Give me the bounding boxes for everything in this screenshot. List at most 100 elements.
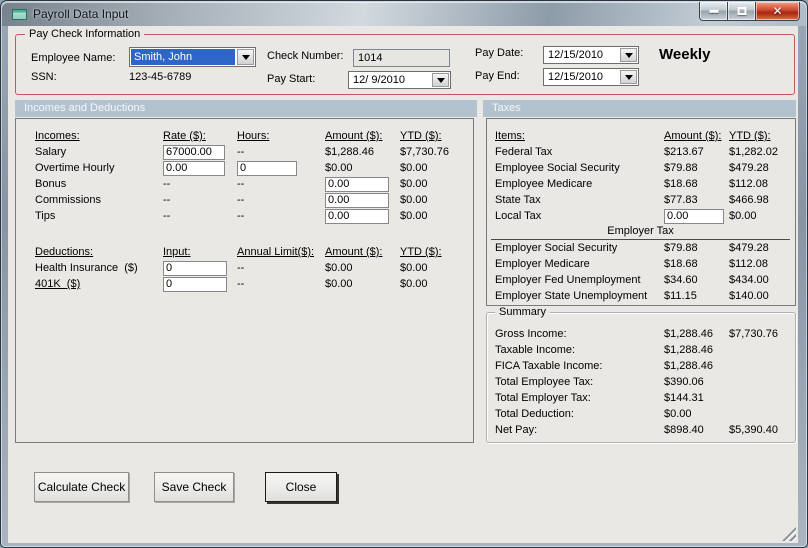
overtime-rate-input[interactable] xyxy=(163,160,225,176)
row-amount: $0.00 xyxy=(325,278,353,290)
health-insurance-input[interactable] xyxy=(163,260,227,276)
summary-groupbox: Summary Gross Income: $1,288.46 $7,730.7… xyxy=(486,306,796,443)
tax-row-employer-medicare: Employer Medicare $18.68 $112.08 xyxy=(495,256,792,272)
input-col-header: Input: xyxy=(163,246,191,258)
row-ytd: $434.00 xyxy=(729,274,769,286)
row-ytd: $0.00 xyxy=(729,210,757,222)
paycheck-info-title: Pay Check Information xyxy=(25,28,145,40)
pay-end-value: 12/15/2010 xyxy=(548,71,604,83)
row-rate: -- xyxy=(163,210,171,222)
summary-row-total-deduction: Total Deduction: $0.00 xyxy=(495,406,792,422)
row-amount: $0.00 xyxy=(664,408,692,420)
chevron-down-icon xyxy=(624,74,633,80)
row-amount: $1,288.46 xyxy=(664,344,713,356)
form-client-area: Pay Check Information Employee Name: Smi… xyxy=(8,26,798,543)
calculate-check-button[interactable]: Calculate Check xyxy=(34,472,129,502)
row-amount: $1,288.46 xyxy=(664,328,713,340)
summary-row-total-employee-tax: Total Employee Tax: $390.06 xyxy=(495,374,792,390)
tax-row-employer-fed-unemployment: Employer Fed Unemployment $34.60 $434.00 xyxy=(495,272,792,288)
commissions-amount-input[interactable] xyxy=(325,192,389,208)
salary-rate-input[interactable] xyxy=(163,144,225,160)
row-amount: $0.00 xyxy=(325,262,353,274)
row-label: Salary xyxy=(35,146,67,158)
local-tax-input[interactable] xyxy=(664,208,724,224)
401k-link-label[interactable]: 401K ($) xyxy=(35,278,163,290)
row-rate: -- xyxy=(163,194,171,206)
row-label: Taxable Income: xyxy=(495,344,576,356)
pay-start-datepicker[interactable]: 12/ 9/2010 xyxy=(348,71,451,89)
employee-name-combobox[interactable]: Smith, John xyxy=(129,47,256,67)
row-hours: -- xyxy=(237,210,245,222)
row-label: Bonus xyxy=(35,178,67,190)
tips-amount-input[interactable] xyxy=(325,208,389,224)
deduction-row-401k: 401K ($) -- $0.00 $0.00 xyxy=(35,276,470,292)
incomes-col-header: Incomes: xyxy=(35,130,80,142)
row-ytd: $112.08 xyxy=(729,178,768,190)
row-label: Total Employer Tax: xyxy=(495,392,591,404)
ssn-value: 123-45-6789 xyxy=(129,71,192,83)
check-number-field[interactable] xyxy=(353,49,450,67)
row-label: Employer State Unemployment xyxy=(495,290,648,302)
summary-row-gross-income: Gross Income: $1,288.46 $7,730.76 xyxy=(495,326,792,342)
close-window-button[interactable] xyxy=(755,2,800,21)
row-amount: $898.40 xyxy=(664,424,704,436)
pay-date-datepicker[interactable]: 12/15/2010 xyxy=(543,46,639,64)
incomes-panel: Incomes: Rate ($): Hours: Amount ($): YT… xyxy=(15,118,474,443)
overtime-hours-input[interactable] xyxy=(237,160,297,176)
pay-date-label: Pay Date: xyxy=(475,47,524,59)
row-label: Total Deduction: xyxy=(495,408,574,420)
row-label: Health Insurance ($) xyxy=(35,262,138,274)
pay-date-value: 12/15/2010 xyxy=(548,49,604,61)
maximize-icon xyxy=(737,7,746,15)
pay-end-datepicker[interactable]: 12/15/2010 xyxy=(543,68,639,86)
chevron-down-icon xyxy=(241,54,250,60)
401k-input[interactable] xyxy=(163,276,227,292)
pay-end-dropdown-button[interactable] xyxy=(620,70,637,84)
minimize-button[interactable] xyxy=(699,2,728,21)
row-label: Employee Social Security xyxy=(495,162,620,174)
app-icon xyxy=(12,9,27,20)
employee-name-dropdown-button[interactable] xyxy=(237,49,254,65)
tax-row-employee-medicare: Employee Medicare $18.68 $112.08 xyxy=(495,176,792,192)
row-label: Gross Income: xyxy=(495,328,567,340)
bonus-amount-input[interactable] xyxy=(325,176,389,192)
tax-row-employee-social-security: Employee Social Security $79.88 $479.28 xyxy=(495,160,792,176)
tax-row-employer-social-security: Employer Social Security $79.88 $479.28 xyxy=(495,240,792,256)
ssn-label: SSN: xyxy=(31,71,57,83)
row-amount: $18.68 xyxy=(664,178,698,190)
pay-frequency-label: Weekly xyxy=(659,46,711,63)
save-check-button[interactable]: Save Check xyxy=(154,472,234,502)
income-row-tips: Tips -- -- $0.00 xyxy=(35,208,470,224)
maximize-button[interactable] xyxy=(728,2,755,21)
row-ytd: $479.28 xyxy=(729,242,769,254)
title-bar[interactable]: Payroll Data Input xyxy=(2,2,806,26)
row-label: Local Tax xyxy=(495,210,542,222)
row-label: Employee Medicare xyxy=(495,178,593,190)
row-ytd: $7,730.76 xyxy=(400,146,449,158)
row-label: FICA Taxable Income: xyxy=(495,360,603,372)
pay-start-dropdown-button[interactable] xyxy=(432,73,449,87)
taxes-section-band: Taxes xyxy=(483,100,796,117)
close-icon xyxy=(756,4,799,18)
row-ytd: $0.00 xyxy=(400,278,428,290)
ytd-col-header: YTD ($): xyxy=(400,246,442,258)
rate-col-header: Rate ($): xyxy=(163,130,206,142)
row-ytd: $0.00 xyxy=(400,210,428,222)
taxes-header-row: Items: Amount ($): YTD ($): xyxy=(495,128,792,144)
row-ytd: $0.00 xyxy=(400,194,428,206)
deductions-header-row: Deductions: Input: Annual Limit($): Amou… xyxy=(35,244,470,260)
summary-row-taxable-income: Taxable Income: $1,288.46 xyxy=(495,342,792,358)
row-ytd: $0.00 xyxy=(400,262,428,274)
row-ytd: $7,730.76 xyxy=(729,328,778,340)
row-ytd: $0.00 xyxy=(400,162,428,174)
hours-col-header: Hours: xyxy=(237,130,270,142)
pay-date-dropdown-button[interactable] xyxy=(620,48,637,62)
close-button[interactable]: Close xyxy=(265,472,337,502)
amount-col-header: Amount ($): xyxy=(325,130,383,142)
resize-grip[interactable] xyxy=(782,527,796,541)
payroll-window: Payroll Data Input Pay Check Information… xyxy=(0,0,808,548)
tax-row-state: State Tax $77.83 $466.98 xyxy=(495,192,792,208)
employer-tax-subheader: Employer Tax xyxy=(491,225,790,240)
row-amount: $390.06 xyxy=(664,376,704,388)
annual-limit-col-header: Annual Limit($): xyxy=(237,246,315,258)
